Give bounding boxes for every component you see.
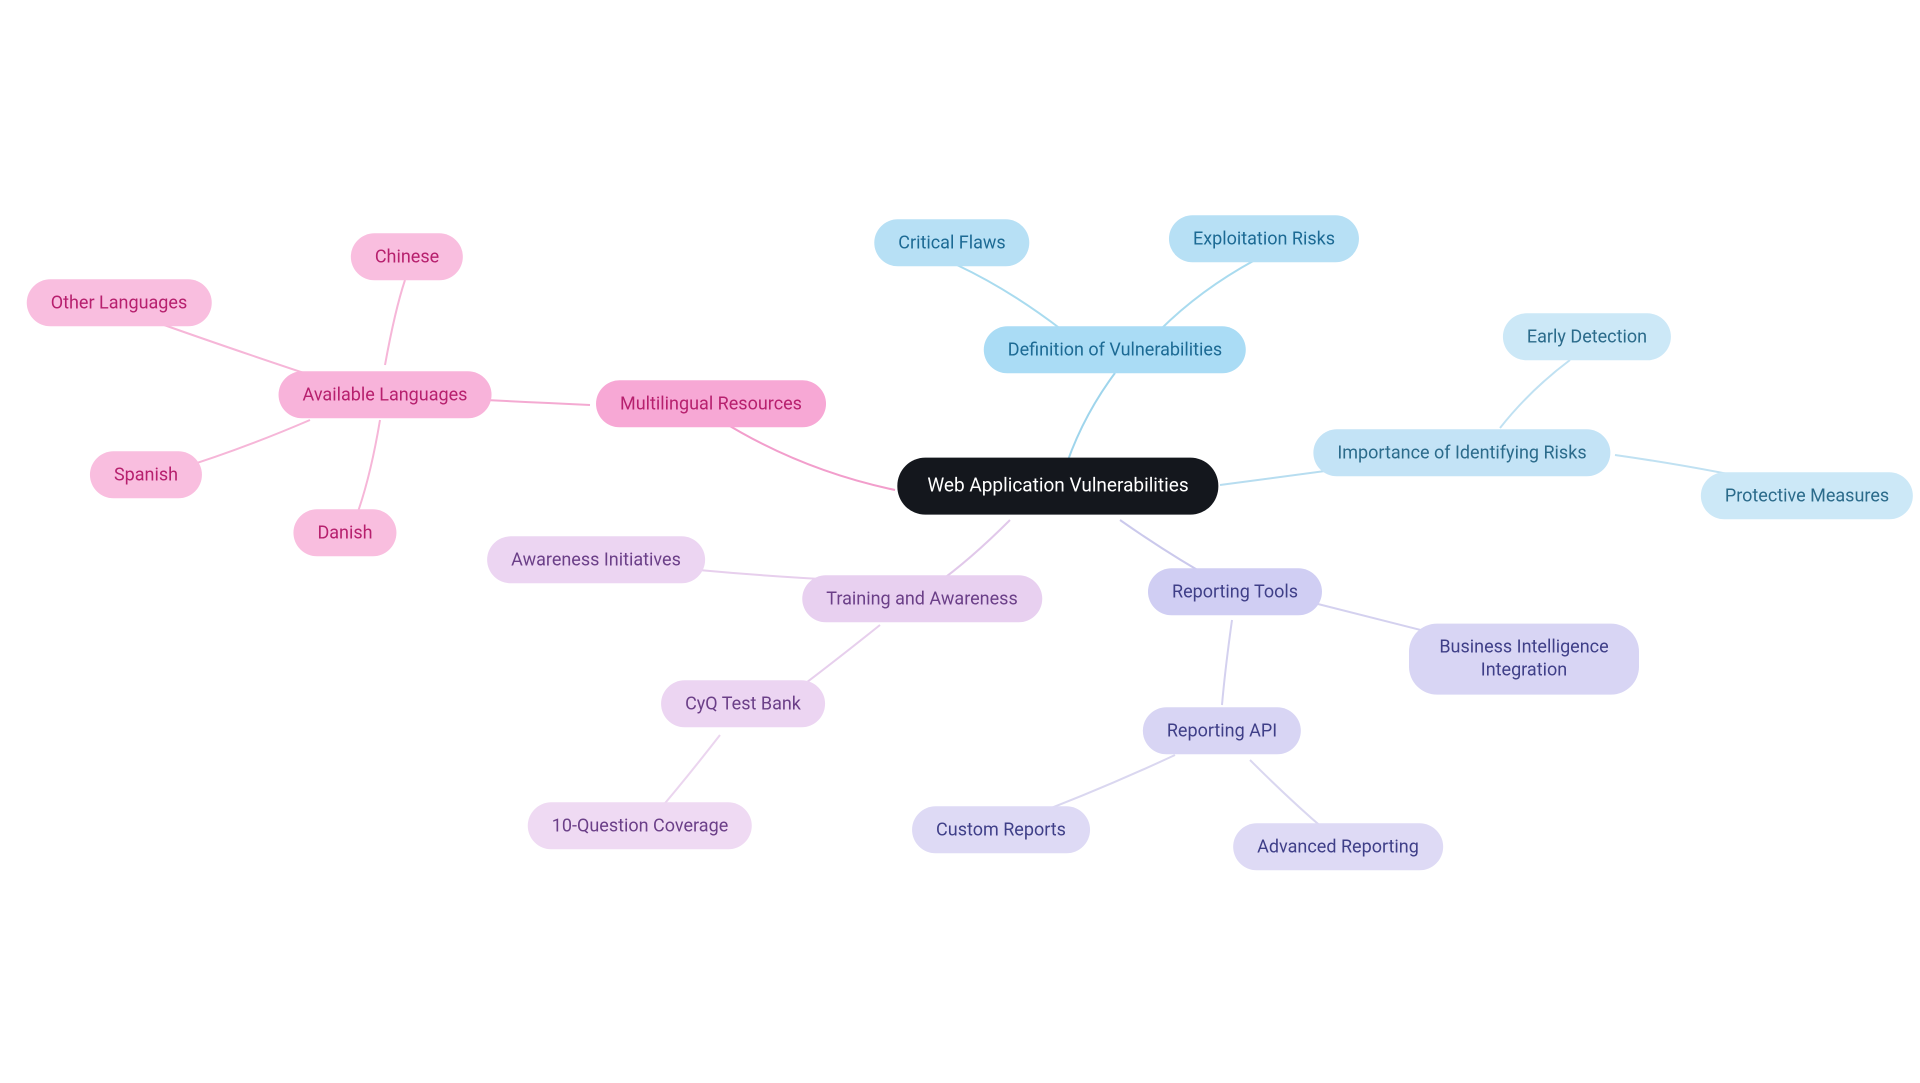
node-critical-flaws[interactable]: Critical Flaws <box>874 219 1029 266</box>
mindmap-canvas: Web Application Vulnerabilities Definiti… <box>0 0 1920 1083</box>
node-advanced-reporting[interactable]: Advanced Reporting <box>1233 823 1443 870</box>
node-chinese[interactable]: Chinese <box>351 233 463 280</box>
root-node[interactable]: Web Application Vulnerabilities <box>897 458 1218 515</box>
node-ten-q[interactable]: 10-Question Coverage <box>528 802 752 849</box>
node-reporting-api[interactable]: Reporting API <box>1143 707 1301 754</box>
node-spanish[interactable]: Spanish <box>90 451 202 498</box>
node-definition[interactable]: Definition of Vulnerabilities <box>984 326 1246 373</box>
node-multilingual[interactable]: Multilingual Resources <box>596 380 826 427</box>
node-early-detection[interactable]: Early Detection <box>1503 313 1671 360</box>
edges-layer <box>0 0 1920 1083</box>
node-other-langs[interactable]: Other Languages <box>27 279 212 326</box>
node-cyq[interactable]: CyQ Test Bank <box>661 680 825 727</box>
node-available-langs[interactable]: Available Languages <box>279 371 492 418</box>
node-reporting-tools[interactable]: Reporting Tools <box>1148 568 1322 615</box>
node-training[interactable]: Training and Awareness <box>802 575 1042 622</box>
node-exploitation-risks[interactable]: Exploitation Risks <box>1169 215 1359 262</box>
node-importance[interactable]: Importance of Identifying Risks <box>1313 429 1610 476</box>
node-awareness-init[interactable]: Awareness Initiatives <box>487 536 705 583</box>
node-bi-integration[interactable]: Business Intelligence Integration <box>1409 624 1639 695</box>
node-protective[interactable]: Protective Measures <box>1701 472 1913 519</box>
node-danish[interactable]: Danish <box>293 509 396 556</box>
node-custom-reports[interactable]: Custom Reports <box>912 806 1090 853</box>
